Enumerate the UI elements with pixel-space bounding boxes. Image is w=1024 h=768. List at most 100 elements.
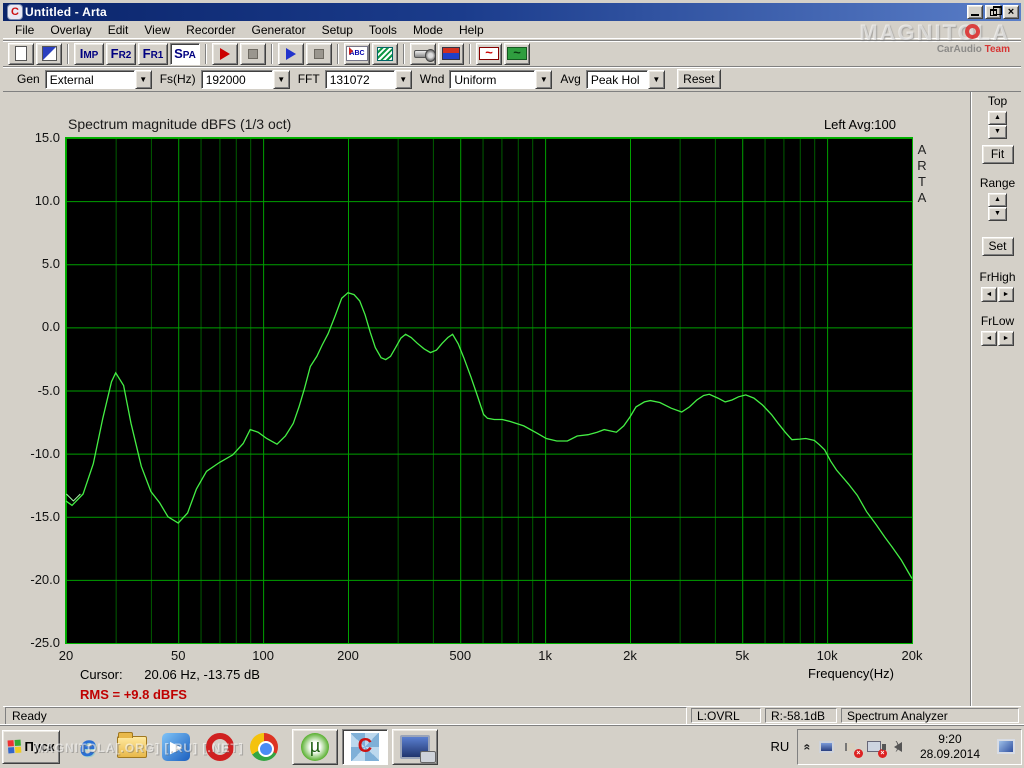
- media-player-icon[interactable]: ▶: [157, 728, 195, 766]
- set-button[interactable]: Set: [981, 237, 1014, 256]
- volume-tray-icon[interactable]: [882, 739, 907, 755]
- toolbar-separator: [469, 43, 471, 64]
- x-tick-label: 5k: [735, 648, 750, 663]
- screenshot-taskbar-button[interactable]: [392, 728, 438, 765]
- chrome-icon[interactable]: [245, 728, 283, 766]
- play-icon: [286, 47, 296, 60]
- menu-mode[interactable]: Mode: [405, 21, 451, 39]
- range-down-button[interactable]: ▼: [988, 207, 1007, 221]
- avg-select[interactable]: Peak Hol ▼: [585, 69, 665, 89]
- start-button[interactable]: Пуск: [2, 729, 60, 764]
- generator-view-button[interactable]: ~: [504, 42, 530, 65]
- new-file-icon[interactable]: [8, 42, 34, 65]
- play-start-button[interactable]: [278, 42, 304, 65]
- tray-chevron-icon[interactable]: «: [801, 743, 815, 750]
- wnd-select-label: Wnd: [419, 72, 445, 86]
- combo-arrow-icon[interactable]: ▼: [535, 69, 553, 89]
- combo-arrow-icon[interactable]: ▼: [272, 69, 290, 89]
- clock[interactable]: 9:20 28.09.2014: [914, 732, 986, 762]
- y-tick-label: -10.0: [30, 445, 60, 461]
- combo-arrow-icon[interactable]: ▼: [134, 69, 152, 89]
- overlay-icon[interactable]: [36, 42, 62, 65]
- scope-view-button[interactable]: ~: [476, 42, 502, 65]
- rms-label: RMS =: [80, 687, 121, 702]
- language-indicator[interactable]: RU: [762, 739, 797, 754]
- wnd-select[interactable]: Uniform ▼: [449, 69, 553, 89]
- frhigh-left-button[interactable]: ◄: [981, 287, 997, 302]
- avg-select-label: Avg: [560, 72, 581, 86]
- combo-arrow-icon[interactable]: ▼: [394, 69, 412, 89]
- fit-button[interactable]: Fit: [981, 145, 1014, 164]
- scale-graph-icon[interactable]: [372, 42, 398, 65]
- record-start-button[interactable]: [212, 42, 238, 65]
- x-tick-label: 200: [337, 648, 359, 663]
- opera-icon[interactable]: [201, 728, 239, 766]
- menu-file[interactable]: File: [7, 21, 42, 39]
- network-disconnected-tray-icon[interactable]: ×: [866, 739, 887, 758]
- fr1-mode-button[interactable]: FR1: [138, 42, 168, 65]
- down-arrow-icon: ▼: [994, 128, 1001, 135]
- toolbar-separator: [337, 43, 339, 64]
- menu-help[interactable]: Help: [451, 21, 492, 39]
- menu-tools[interactable]: Tools: [361, 21, 405, 39]
- spectrum-plot[interactable]: [65, 137, 913, 644]
- internet-explorer-icon[interactable]: e: [69, 728, 107, 766]
- top-down-button[interactable]: ▼: [988, 125, 1007, 139]
- range-up-button[interactable]: ▲: [988, 193, 1007, 207]
- window-title: Untitled - Arta: [25, 5, 107, 19]
- imp-mode-button[interactable]: IMP: [74, 42, 104, 65]
- minimize-button[interactable]: [967, 5, 983, 19]
- frhigh-right-button[interactable]: ►: [998, 287, 1014, 302]
- file-explorer-icon[interactable]: [113, 728, 151, 766]
- title-bar[interactable]: C Untitled - Arta ×: [3, 3, 1021, 21]
- calibrate-mic-icon[interactable]: [410, 42, 436, 65]
- restore-icon: [990, 6, 1002, 16]
- marker-abc-icon[interactable]: ABC: [344, 42, 370, 65]
- gen-select[interactable]: External ▼: [44, 69, 152, 89]
- fft-select[interactable]: 131072 ▼: [324, 69, 412, 89]
- fs-select[interactable]: 192000 ▼: [200, 69, 290, 89]
- close-button[interactable]: ×: [1003, 5, 1019, 19]
- fr1-mode-button-label: FR1: [142, 46, 164, 61]
- arta-vertical-brand: ARTA: [917, 142, 927, 205]
- top-up-button[interactable]: ▲: [988, 111, 1007, 125]
- rms-value: +9.8 dBFS: [123, 687, 187, 702]
- combo-arrow-icon[interactable]: ▼: [647, 69, 665, 89]
- reset-button[interactable]: Reset: [676, 69, 721, 89]
- fr2-mode-button[interactable]: FR2: [106, 42, 136, 65]
- status-right-level: R:-58.1dB: [765, 708, 837, 723]
- menu-generator[interactable]: Generator: [244, 21, 314, 39]
- security-alert-tray-icon[interactable]: ×: [842, 739, 863, 758]
- display-tray-icon[interactable]: [818, 739, 835, 755]
- spa-mode-button[interactable]: SPA: [170, 42, 200, 65]
- down-arrow-icon: ▼: [994, 210, 1001, 217]
- menu-view[interactable]: View: [136, 21, 178, 39]
- plot-legend: Left Avg:100: [823, 117, 896, 132]
- fs-select-label: Fs(Hz): [159, 72, 196, 86]
- menu-recorder[interactable]: Recorder: [178, 21, 243, 39]
- show-desktop-icon[interactable]: [997, 739, 1015, 754]
- frlow-right-button[interactable]: ►: [998, 331, 1014, 346]
- record-stop-button[interactable]: [240, 42, 266, 65]
- play-stop-button[interactable]: [306, 42, 332, 65]
- frlow-left-button[interactable]: ◄: [981, 331, 997, 346]
- menu-edit[interactable]: Edit: [100, 21, 137, 39]
- x-tick-label: 50: [170, 648, 186, 663]
- new-file-icon-glyph: [15, 46, 27, 61]
- abc-cursor-icon: ABC: [346, 46, 368, 61]
- menu-setup[interactable]: Setup: [314, 21, 361, 39]
- tray-panel: « × × 9:20 28.09.2014: [797, 728, 1022, 765]
- y-tick-label: 0.0: [41, 319, 60, 335]
- frlow-label: FrLow: [980, 314, 1015, 328]
- menu-overlay[interactable]: Overlay: [42, 21, 99, 39]
- spectrum-view-icon[interactable]: [438, 42, 464, 65]
- arta-taskbar-button[interactable]: C: [342, 728, 388, 765]
- cursor-value: 20.06 Hz, -13.75 dB: [144, 667, 260, 682]
- utorrent-taskbar-button[interactable]: µ: [292, 728, 338, 765]
- restore-button[interactable]: [985, 5, 1002, 19]
- x-tick-label: 1k: [538, 648, 552, 663]
- right-arrow-icon: ►: [1002, 335, 1010, 342]
- minimize-icon: [971, 14, 979, 16]
- fft-select-value: 131072: [324, 69, 395, 89]
- taskbar: Пуск e ▶ µC RU « × × 9:20 28.09.2014: [0, 724, 1024, 768]
